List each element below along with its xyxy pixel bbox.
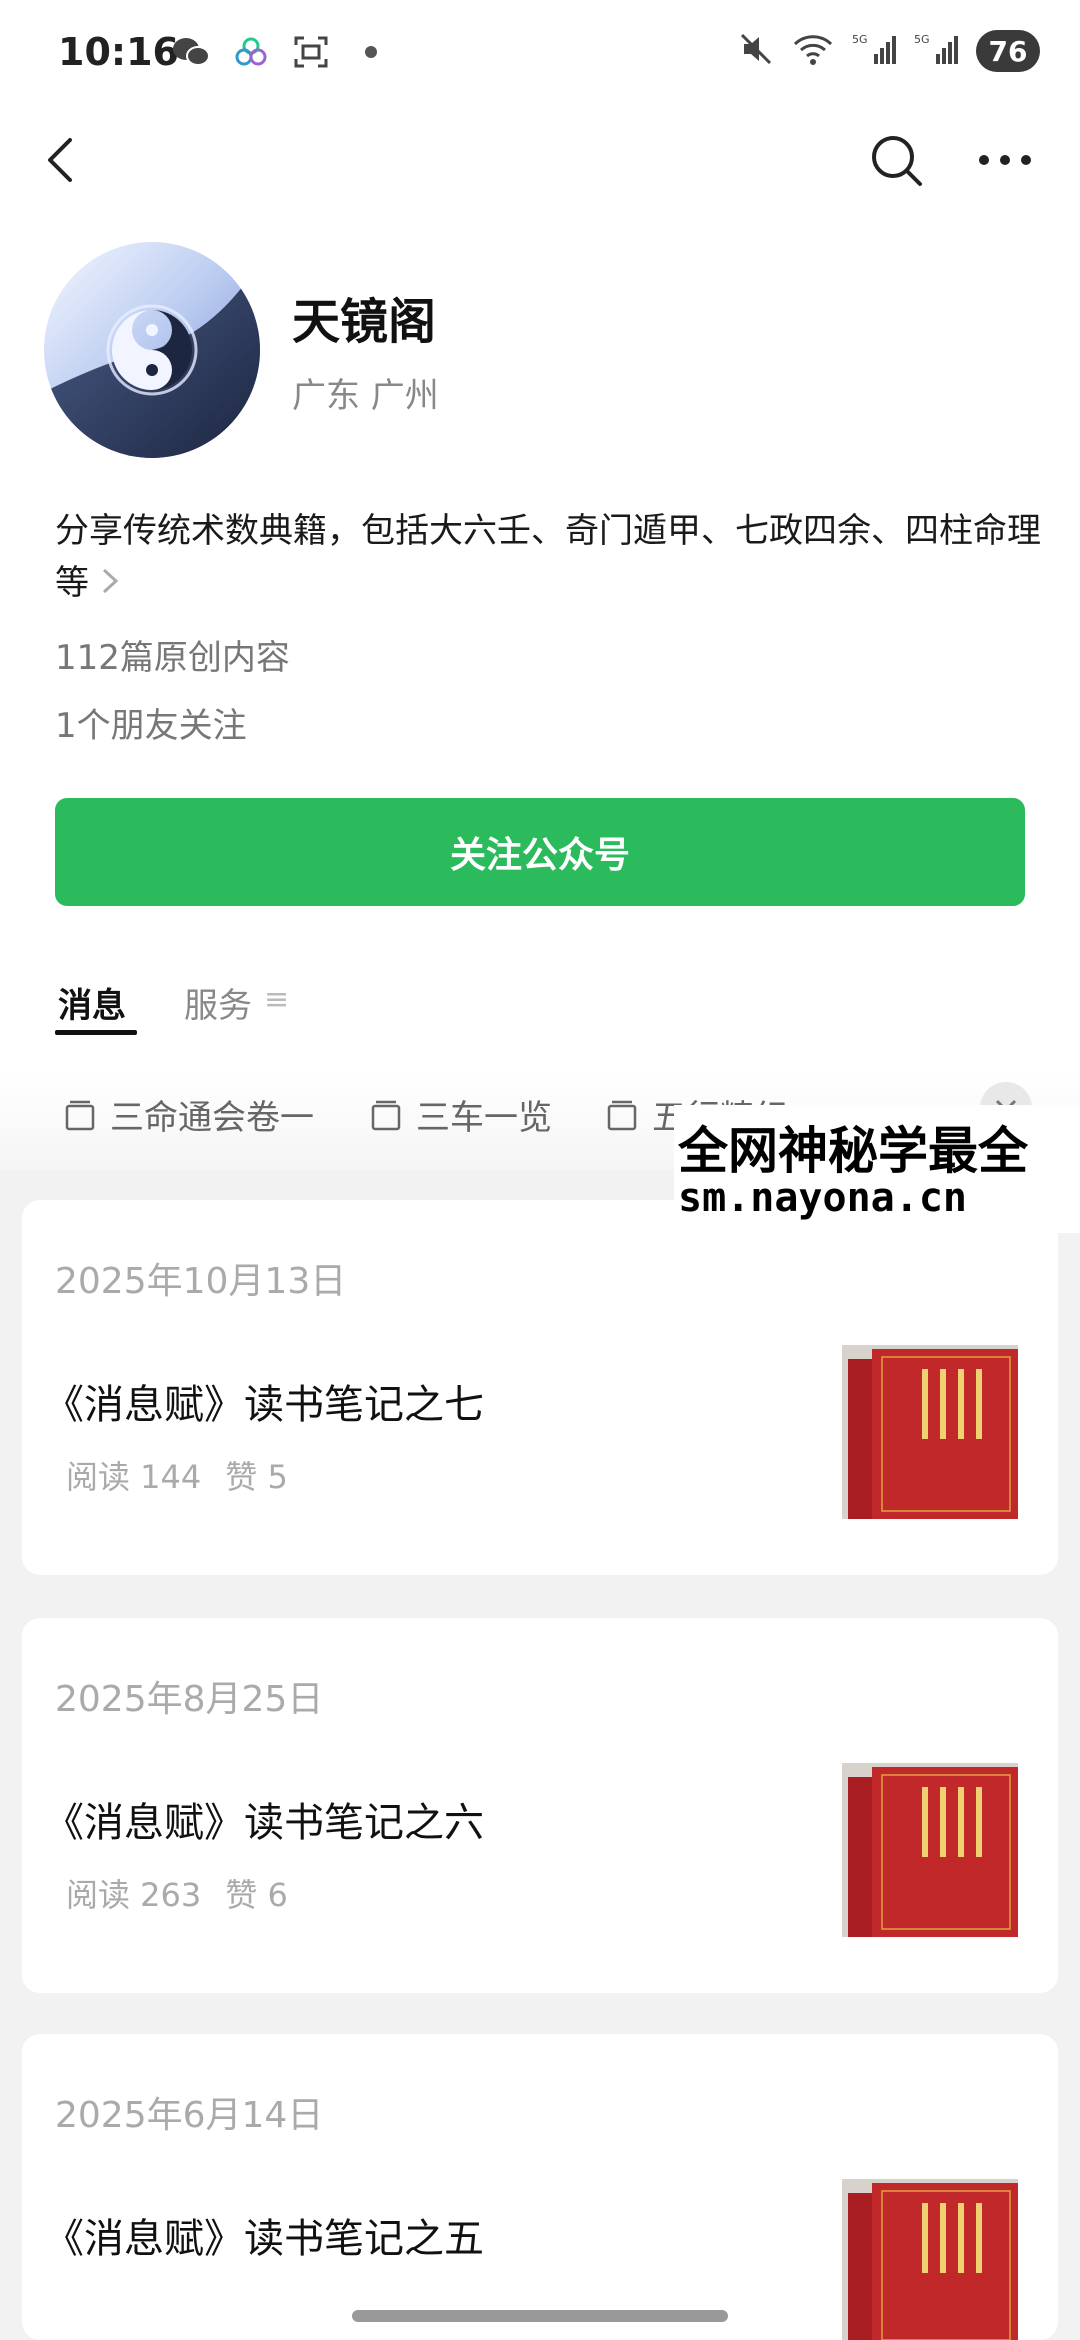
menu-icon: ≡ bbox=[264, 982, 290, 1017]
notification-icons bbox=[172, 34, 390, 70]
mute-icon bbox=[738, 31, 774, 71]
watermark: 全网神秘学最全 sm.nayona.cn bbox=[674, 1105, 1080, 1233]
article-title: 《消息赋》读书笔记之七 bbox=[44, 1382, 484, 1428]
wifi-icon bbox=[792, 32, 834, 70]
signal-5g-icon: 5G bbox=[914, 32, 958, 70]
nav-bar bbox=[0, 110, 1080, 210]
folder-icon bbox=[64, 1098, 96, 1132]
active-tab-indicator bbox=[55, 1030, 137, 1035]
tab-services[interactable]: 服务 bbox=[184, 978, 252, 1027]
collection-label: 三车一览 bbox=[416, 1098, 552, 1138]
collection-label: 三命通会卷一 bbox=[110, 1098, 314, 1138]
article-date: 2025年8月25日 bbox=[55, 1679, 324, 1720]
article-stats: 阅读 144 赞 5 bbox=[66, 1452, 312, 1498]
like-count: 赞 6 bbox=[225, 1876, 288, 1914]
system-icons: 5G 5G 76 bbox=[738, 30, 1040, 72]
back-icon[interactable] bbox=[32, 130, 92, 190]
svg-text:5G: 5G bbox=[852, 33, 868, 46]
account-name: 天镜阁 bbox=[292, 294, 437, 350]
folder-icon bbox=[370, 1098, 402, 1132]
account-location: 广东 广州 bbox=[292, 376, 439, 416]
article-thumbnail bbox=[842, 1763, 1018, 1937]
dot-icon bbox=[352, 34, 390, 70]
search-icon[interactable] bbox=[866, 130, 926, 190]
battery-indicator: 76 bbox=[976, 30, 1040, 72]
like-count: 赞 5 bbox=[225, 1458, 288, 1496]
more-icon[interactable] bbox=[970, 130, 1040, 190]
home-indicator[interactable] bbox=[352, 2310, 728, 2322]
wechat-icon bbox=[172, 34, 210, 70]
link-icon bbox=[232, 34, 270, 70]
read-count: 阅读 144 bbox=[66, 1458, 202, 1496]
tab-messages[interactable]: 消息 bbox=[58, 978, 126, 1027]
article-stats: 阅读 263 赞 6 bbox=[66, 1870, 312, 1916]
collection-item[interactable]: 三命通会卷一 bbox=[64, 1090, 314, 1139]
svg-text:5G: 5G bbox=[914, 33, 930, 46]
avatar bbox=[44, 242, 260, 458]
signal-5g-icon: 5G bbox=[852, 32, 896, 70]
official-account-page: 10:16 5G 5G 76 天镜阁 广东 广州 分享传统术数典籍，包括大六壬、… bbox=[0, 0, 1080, 2340]
chevron-right-icon bbox=[99, 559, 121, 611]
watermark-url: sm.nayona.cn bbox=[678, 1175, 967, 1221]
status-bar: 10:16 5G 5G 76 bbox=[0, 0, 1080, 110]
article-date: 2025年6月14日 bbox=[55, 2095, 324, 2136]
article-title: 《消息赋》读书笔记之五 bbox=[44, 2216, 484, 2262]
friends-following[interactable]: 1个朋友关注 bbox=[55, 698, 247, 747]
bio-text: 分享传统术数典籍，包括大六壬、奇门遁甲、七政四余、四柱命理等 bbox=[55, 511, 1041, 603]
article-card[interactable]: 2025年10月13日 《消息赋》读书笔记之七 阅读 144 赞 5 bbox=[22, 1200, 1058, 1575]
article-title: 《消息赋》读书笔记之六 bbox=[44, 1800, 484, 1846]
follow-button[interactable]: 关注公众号 bbox=[55, 798, 1025, 906]
status-time: 10:16 bbox=[58, 30, 179, 74]
article-card[interactable]: 2025年8月25日 《消息赋》读书笔记之六 阅读 263 赞 6 bbox=[22, 1618, 1058, 1993]
read-count: 阅读 263 bbox=[66, 1876, 202, 1914]
article-thumbnail bbox=[842, 2179, 1018, 2340]
article-date: 2025年10月13日 bbox=[55, 1261, 347, 1302]
watermark-title: 全网神秘学最全 bbox=[678, 1122, 1028, 1180]
folder-icon bbox=[606, 1098, 638, 1132]
collection-item[interactable]: 三车一览 bbox=[370, 1090, 552, 1139]
account-bio[interactable]: 分享传统术数典籍，包括大六壬、奇门遁甲、七政四余、四柱命理等 bbox=[55, 505, 1045, 611]
original-count: 112篇原创内容 bbox=[55, 638, 290, 678]
article-card[interactable]: 2025年6月14日 《消息赋》读书笔记之五 bbox=[22, 2034, 1058, 2340]
scan-icon bbox=[292, 34, 330, 70]
article-thumbnail bbox=[842, 1345, 1018, 1519]
